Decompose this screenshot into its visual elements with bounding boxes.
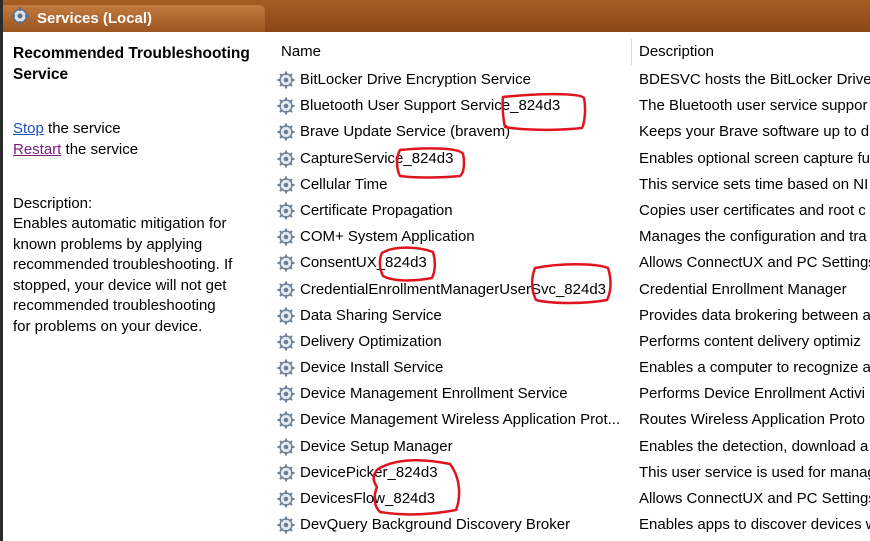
service-gear-icon (277, 254, 295, 276)
service-name: Certificate Propagation (300, 201, 453, 219)
table-row[interactable]: Data Sharing Service Provides data broker… (265, 304, 870, 330)
list-header: Name Description (265, 39, 870, 65)
table-row[interactable]: Brave Update Service (bravem) Keeps your … (265, 120, 870, 146)
table-row[interactable]: Cellular Time This service sets time base… (265, 173, 870, 199)
service-description: Keeps your Brave software up to d (639, 123, 870, 141)
table-row[interactable]: Device Management Wireless Application P… (265, 408, 870, 434)
service-rows: BitLocker Drive Encryption Service BDESVC… (265, 68, 870, 539)
service-name: ConsentUX_824d3 (300, 254, 427, 272)
service-gear-icon (277, 333, 295, 355)
service-name: BitLocker Drive Encryption Service (300, 71, 531, 88)
service-description: Routes Wireless Application Proto (639, 411, 865, 429)
service-name: Cellular Time (300, 175, 388, 193)
service-gear-icon (277, 175, 295, 198)
table-row[interactable]: DevicePicker_824d3 This user service is u… (265, 461, 870, 487)
gear-icon (10, 6, 30, 30)
table-row[interactable]: BitLocker Drive Encryption Service BDESVC… (265, 68, 870, 94)
services-window: Services (Local) Recommended Troubleshoo… (0, 0, 870, 541)
column-header-name[interactable]: Name (281, 43, 321, 60)
service-description: This user service is used for manag (639, 463, 870, 481)
service-description: BDESVC hosts the BitLocker Drive (639, 71, 870, 88)
service-gear-icon (277, 437, 295, 460)
service-description: This service sets time based on NI (639, 175, 869, 193)
service-gear-icon (277, 71, 295, 93)
service-name: DevicesFlow_824d3 (300, 490, 436, 507)
table-row[interactable]: DevicesFlow_824d3 Allows ConnectUX and PC… (265, 487, 870, 513)
service-description: Copies user certificates and root c (639, 201, 866, 219)
table-row[interactable]: CaptureService_824d3 Enables optional scr… (265, 147, 870, 173)
service-name: Device Install Service (300, 359, 444, 377)
stop-suffix: the service (43, 120, 121, 137)
service-name: Device Setup Manager (300, 437, 453, 455)
service-gear-icon (277, 149, 295, 172)
service-name: Device Management Wireless Application P… (300, 411, 621, 429)
service-description: Performs content delivery optimiz (639, 332, 861, 350)
service-name: Bluetooth User Support Service_824d3 (300, 97, 561, 115)
stop-action: Stop the service (13, 118, 255, 139)
table-row[interactable]: Device Management Enrollment Service Perf… (265, 382, 870, 408)
description-label: Description: (13, 195, 93, 212)
table-row[interactable]: COM+ System Application Manages the confi… (265, 225, 870, 251)
table-row[interactable]: Device Install Service Enables a computer… (265, 356, 870, 382)
service-gear-icon (277, 490, 295, 512)
service-description: Performs Device Enrollment Activi (639, 385, 865, 403)
service-name: CaptureService_824d3 (300, 149, 454, 167)
service-gear-icon (277, 516, 295, 538)
service-gear-icon (277, 97, 295, 119)
service-gear-icon (277, 228, 295, 250)
service-description: Allows ConnectUX and PC Settings (639, 490, 870, 507)
service-gear-icon (277, 359, 295, 381)
service-gear-icon (277, 306, 295, 329)
service-description: Enables a computer to recognize a (639, 359, 870, 377)
table-row[interactable]: Device Setup Manager Enables the detectio… (265, 435, 870, 461)
window-title: Services (Local) (37, 10, 153, 27)
service-gear-icon (277, 385, 295, 407)
service-description: Enables the detection, download a (639, 437, 869, 455)
restart-link[interactable]: Restart (13, 141, 61, 158)
service-name: DevQuery Background Discovery Broker (300, 516, 571, 534)
service-gear-icon (277, 464, 295, 486)
selected-service-title: Recommended Troubleshooting Service (13, 45, 250, 83)
stop-link[interactable]: Stop (13, 120, 44, 137)
table-row[interactable]: DevQuery Background Discovery Broker Enab… (265, 513, 870, 539)
service-description: Provides data brokering between a (639, 306, 870, 324)
service-description: Enables apps to discover devices w (639, 516, 870, 534)
service-name: Delivery Optimization (300, 332, 442, 350)
services-local-tab[interactable]: Services (Local) (3, 5, 265, 32)
column-separator[interactable] (631, 39, 632, 65)
service-gear-icon (277, 123, 295, 145)
service-name: COM+ System Application (300, 228, 475, 246)
table-row[interactable]: ConsentUX_824d3 Allows ConnectUX and PC S… (265, 251, 870, 277)
service-description: The Bluetooth user service suppor (639, 97, 868, 115)
service-gear-icon (277, 280, 295, 303)
service-description: Enables optional screen capture fu (639, 149, 870, 167)
service-description: Manages the configuration and tra (639, 228, 867, 246)
service-gear-icon (277, 411, 295, 433)
table-row[interactable]: Delivery Optimization Performs content de… (265, 330, 870, 356)
column-header-description[interactable]: Description (639, 43, 714, 60)
service-name: CredentialEnrollmentManagerUserSvc_824d3 (300, 280, 606, 298)
table-row[interactable]: CredentialEnrollmentManagerUserSvc_824d3… (265, 278, 870, 304)
service-name: Data Sharing Service (300, 306, 442, 324)
service-description: Credential Enrollment Manager (639, 280, 847, 298)
service-name: DevicePicker_824d3 (300, 463, 438, 481)
service-name: Brave Update Service (bravem) (300, 123, 511, 141)
table-row[interactable]: Bluetooth User Support Service_824d3 The … (265, 94, 870, 120)
service-name: Device Management Enrollment Service (300, 385, 568, 403)
description-text: Enables automatic mitigation for known p… (13, 215, 233, 335)
services-list: Name Description BitLocker Drive Encrypt… (265, 32, 870, 541)
service-description: Allows ConnectUX and PC Settings (639, 254, 870, 272)
service-gear-icon (277, 202, 295, 224)
restart-action: Restart the service (13, 139, 255, 160)
restart-suffix: the service (61, 141, 139, 158)
table-row[interactable]: Certificate Propagation Copies user certi… (265, 199, 870, 225)
extended-description-pane: Recommended Troubleshooting Service Stop… (3, 32, 265, 541)
service-actions: Stop the service Restart the service (13, 118, 255, 160)
